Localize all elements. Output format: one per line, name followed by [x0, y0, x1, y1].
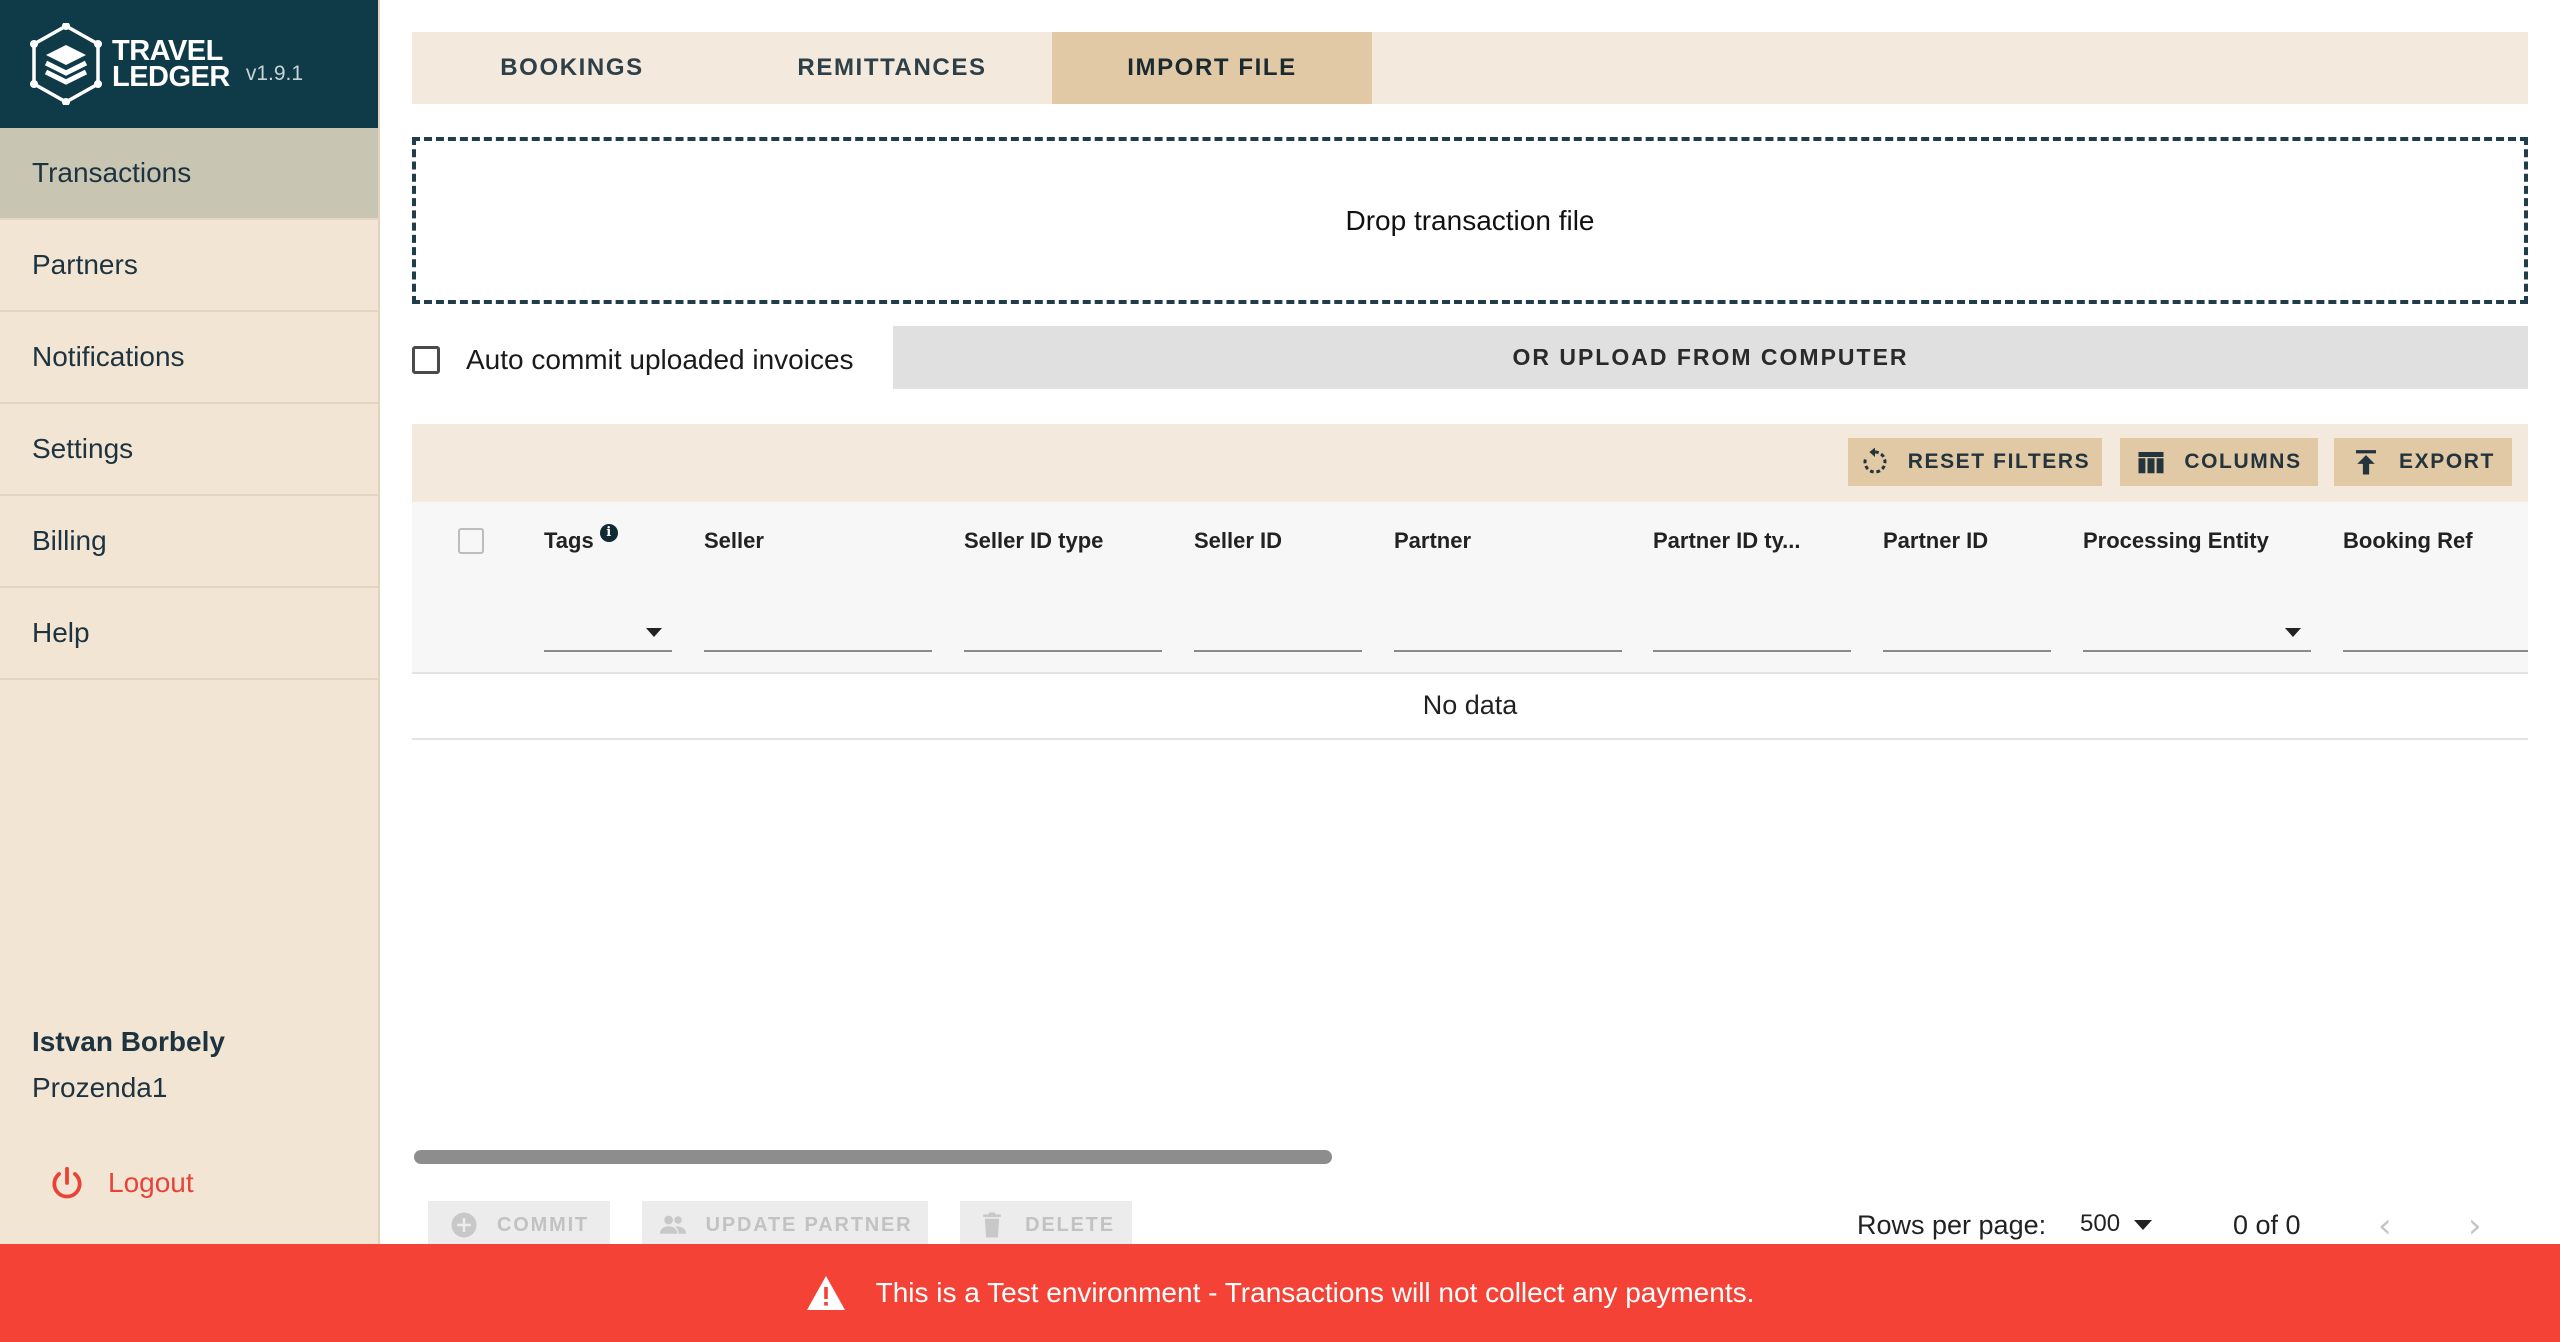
column-header-partner[interactable]: Partner	[1394, 528, 1471, 554]
sidebar-item-billing[interactable]: Billing	[0, 496, 378, 588]
next-page-chevron-right-icon[interactable]: ›	[2468, 1206, 2482, 1246]
filter-seller-input[interactable]	[704, 626, 932, 652]
table-toolbar: RESET FILTERS COLUMNS EXPORT	[412, 424, 2528, 502]
tab-bookings[interactable]: BOOKINGS	[412, 32, 732, 104]
filter-seller-id-type-input[interactable]	[964, 626, 1162, 652]
filter-booking-ref-input[interactable]	[2343, 626, 2528, 652]
column-header-tags[interactable]: Tags i	[544, 524, 618, 554]
sidebar-item-transactions[interactable]: Transactions	[0, 128, 378, 220]
checkbox-box[interactable]	[412, 346, 440, 374]
filter-row	[412, 578, 2528, 674]
empty-table-message: No data	[412, 672, 2528, 740]
columns-button[interactable]: COLUMNS	[2120, 438, 2318, 486]
horizontal-scrollbar[interactable]	[414, 1150, 1332, 1164]
sidebar-item-help[interactable]: Help	[0, 588, 378, 680]
app-version: v1.9.1	[245, 62, 304, 85]
info-icon[interactable]: i	[599, 524, 618, 542]
logout-label: Logout	[108, 1167, 194, 1198]
column-header-partner-id[interactable]: Partner ID	[1883, 528, 1988, 554]
previous-page-chevron-left-icon[interactable]: ‹	[2378, 1206, 2392, 1246]
rows-per-page-label: Rows per page:	[1857, 1210, 2047, 1240]
user-organization: Prozenda1	[32, 1072, 168, 1103]
user-info: Istvan Borbely Prozenda1	[32, 1026, 225, 1104]
dropzone-label: Drop transaction file	[1345, 204, 1595, 236]
reset-filters-button[interactable]: RESET FILTERS	[1848, 438, 2102, 486]
chevron-down-icon	[2285, 628, 2301, 637]
people-icon	[659, 1215, 686, 1234]
page-count: 0 of 0	[2233, 1210, 2301, 1240]
travel-ledger-logo-icon	[30, 23, 102, 105]
delete-button[interactable]: DELETE	[960, 1201, 1132, 1249]
tab-bar: BOOKINGS REMITTANCES IMPORT FILE	[412, 32, 2528, 104]
reset-icon	[1863, 447, 1887, 474]
update-partner-button[interactable]: UPDATE PARTNER	[642, 1201, 928, 1249]
file-dropzone[interactable]: Drop transaction file	[412, 137, 2528, 304]
filter-partner-id-type-input[interactable]	[1653, 626, 1851, 652]
reset-filters-label: RESET FILTERS	[1907, 450, 2091, 473]
column-header-booking-ref[interactable]: Booking Ref	[2343, 528, 2473, 554]
table-header: Tags i Seller Seller ID type Seller ID Pa…	[412, 502, 2528, 580]
filter-processing-entity-select[interactable]	[2083, 626, 2311, 652]
select-all-checkbox[interactable]	[458, 528, 484, 554]
sidebar-item-settings[interactable]: Settings	[0, 404, 378, 496]
user-name: Istvan Borbely	[32, 1026, 225, 1057]
filter-seller-id-input[interactable]	[1194, 626, 1362, 652]
export-upload-icon	[2356, 450, 2377, 475]
filter-partner-id-input[interactable]	[1883, 626, 2051, 652]
column-header-seller-id[interactable]: Seller ID	[1194, 528, 1282, 554]
tab-remittances[interactable]: REMITTANCES	[732, 32, 1052, 104]
column-header-seller-id-type[interactable]: Seller ID type	[964, 528, 1103, 554]
sidebar-item-notifications[interactable]: Notifications	[0, 312, 378, 404]
rows-per-page-value: 500	[2080, 1210, 2121, 1237]
columns-icon	[2138, 452, 2164, 474]
chevron-down-icon	[646, 628, 662, 637]
export-button[interactable]: EXPORT	[2334, 438, 2512, 486]
trash-icon	[983, 1212, 1001, 1238]
auto-commit-label: Auto commit uploaded invoices	[466, 344, 854, 375]
brand-header: TRAVEL LEDGER v1.9.1	[0, 0, 378, 128]
filter-tags-select[interactable]	[544, 626, 672, 652]
sidebar: TRAVEL LEDGER v1.9.1 Transactions Partne…	[0, 0, 380, 1342]
update-partner-label: UPDATE PARTNER	[705, 1213, 913, 1236]
logout-button[interactable]: Logout	[48, 1164, 194, 1202]
column-header-processing-entity[interactable]: Processing Entity	[2083, 528, 2269, 554]
export-label: EXPORT	[2399, 450, 2495, 473]
brand-name-line2: LEDGER	[112, 61, 230, 93]
filter-partner-input[interactable]	[1394, 626, 1622, 652]
column-header-tags-label: Tags	[544, 528, 594, 553]
brand-name: TRAVEL LEDGER	[112, 37, 230, 93]
delete-label: DELETE	[1025, 1213, 1115, 1236]
add-circle-icon	[451, 1212, 477, 1238]
warning-icon	[806, 1276, 845, 1310]
test-environment-banner: This is a Test environment - Transaction…	[0, 1244, 2560, 1342]
chevron-down-icon	[2134, 1219, 2153, 1230]
column-header-partner-id-type[interactable]: Partner ID ty...	[1653, 528, 1801, 554]
sidebar-item-partners[interactable]: Partners	[0, 220, 378, 312]
column-header-seller[interactable]: Seller	[704, 528, 764, 554]
upload-from-computer-button[interactable]: OR UPLOAD FROM COMPUTER	[893, 326, 2528, 389]
power-icon	[52, 1166, 82, 1199]
auto-commit-checkbox[interactable]: Auto commit uploaded invoices	[412, 344, 854, 376]
rows-per-page-select[interactable]: 500	[2080, 1210, 2153, 1238]
columns-label: COLUMNS	[2184, 450, 2302, 473]
commit-label: COMMIT	[497, 1213, 589, 1236]
tab-import-file[interactable]: IMPORT FILE	[1052, 32, 1372, 104]
commit-button[interactable]: COMMIT	[428, 1201, 610, 1249]
banner-text: This is a Test environment - Transaction…	[875, 1277, 1755, 1308]
